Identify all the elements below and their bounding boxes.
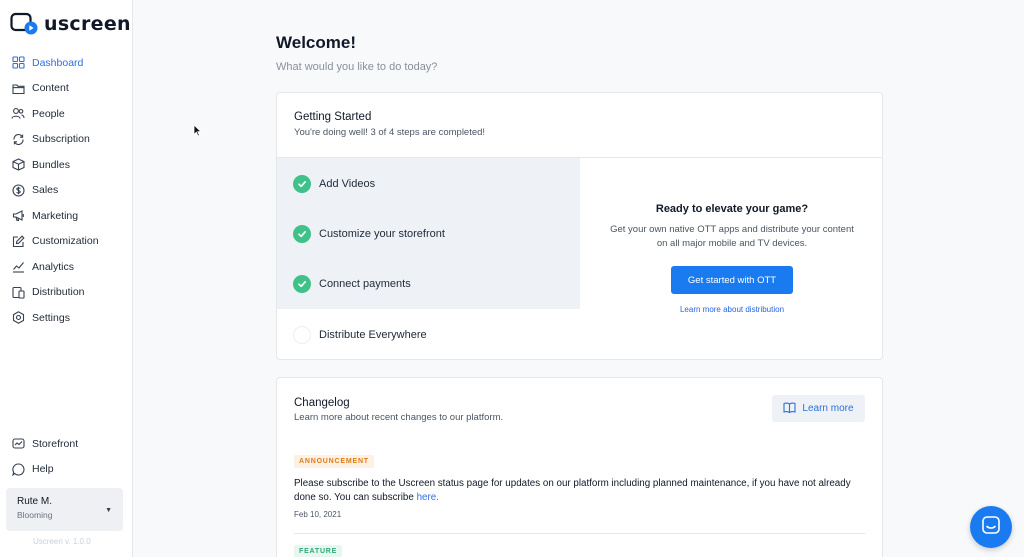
mouse-cursor-icon — [193, 124, 202, 142]
changelog-entry-text: Please subscribe to the Uscreen status p… — [294, 477, 864, 505]
changelog-entry-date: Feb 10, 2021 — [294, 510, 342, 519]
sidebar-item-settings[interactable]: Settings — [0, 305, 133, 331]
sidebar-item-label: Customization — [32, 235, 99, 248]
sidebar-item-label: Help — [32, 463, 54, 476]
sidebar-item-label: People — [32, 107, 65, 120]
announcement-badge: ANNOUNCEMENT — [294, 455, 374, 468]
getting-started-title: Getting Started — [294, 111, 372, 123]
sidebar-item-marketing[interactable]: Marketing — [0, 203, 133, 229]
step-label: Distribute Everywhere — [319, 329, 427, 341]
dollar-icon — [11, 183, 25, 197]
sidebar-item-bundles[interactable]: Bundles — [0, 152, 133, 178]
devices-icon — [11, 285, 25, 299]
sidebar-item-help[interactable]: Help — [0, 457, 133, 483]
sidebar-item-content[interactable]: Content — [0, 76, 133, 102]
sidebar-item-people[interactable]: People — [0, 101, 133, 127]
sidebar-item-customization[interactable]: Customization — [0, 229, 133, 255]
sidebar-item-label: Distribution — [32, 286, 85, 299]
refresh-icon — [11, 132, 25, 146]
app-version: Uscreen v. 1.0.0 — [33, 537, 91, 546]
empty-circle-icon — [293, 326, 311, 344]
step-customize-storefront[interactable]: Customize your storefront — [293, 225, 445, 243]
check-circle-icon — [293, 225, 311, 243]
sidebar-item-dashboard[interactable]: Dashboard — [0, 50, 133, 76]
box-icon — [11, 158, 25, 172]
page-title: Welcome! — [276, 33, 356, 52]
caret-down-icon: ▼ — [105, 507, 112, 514]
sidebar-nav: Dashboard Content People Subscription Bu… — [0, 50, 133, 331]
getting-started-progress: You're doing well! 3 of 4 steps are comp… — [294, 127, 486, 138]
sidebar-item-storefront[interactable]: Storefront — [0, 431, 133, 457]
user-name: Rute M. — [17, 496, 53, 507]
step-label: Add Videos — [319, 178, 376, 190]
sidebar-item-label: Dashboard — [32, 56, 84, 69]
help-bubble-icon — [11, 462, 25, 476]
sidebar-item-label: Storefront — [32, 437, 79, 450]
edit-icon — [11, 234, 25, 248]
sidebar-item-distribution[interactable]: Distribution — [0, 280, 133, 306]
chart-icon — [11, 260, 25, 274]
check-circle-icon — [293, 275, 311, 293]
chat-icon — [981, 515, 1001, 540]
sidebar-item-label: Marketing — [32, 209, 79, 222]
step-label: Customize your storefront — [319, 228, 445, 240]
page-subtitle: What would you like to do today? — [276, 61, 438, 73]
chat-launcher-button[interactable] — [970, 506, 1012, 548]
folder-icon — [11, 81, 25, 95]
learn-more-button[interactable]: Learn more — [772, 395, 865, 422]
sidebar-item-label: Content — [32, 82, 69, 95]
changelog-subtitle: Learn more about recent changes to our p… — [294, 412, 504, 423]
ott-promo: Ready to elevate your game? Get your own… — [580, 158, 882, 314]
gear-icon — [11, 311, 25, 325]
sidebar-item-analytics[interactable]: Analytics — [0, 254, 133, 280]
account-switcher[interactable]: Rute M. Blooming ▼ — [6, 488, 123, 531]
sidebar-item-label: Analytics — [32, 260, 75, 273]
sidebar-item-label: Bundles — [32, 158, 70, 171]
changelog-title: Changelog — [294, 397, 350, 409]
getting-started-card: Getting Started You're doing well! 3 of … — [276, 92, 883, 360]
sidebar: uscreen Dashboard Content People Subscri… — [0, 0, 133, 557]
changelog-card: Changelog Learn more about recent change… — [276, 377, 883, 557]
megaphone-icon — [11, 209, 25, 223]
check-circle-icon — [293, 175, 311, 193]
ott-title: Ready to elevate your game? — [655, 203, 809, 215]
sidebar-item-sales[interactable]: Sales — [0, 178, 133, 204]
brand-logo[interactable]: uscreen — [10, 12, 131, 36]
sidebar-item-label: Subscription — [32, 133, 90, 146]
get-started-ott-button[interactable]: Get started with OTT — [671, 266, 793, 294]
learn-distribution-link[interactable]: Learn more about distribution — [580, 305, 882, 314]
sidebar-item-label: Sales — [32, 184, 59, 197]
brand-name: uscreen — [44, 13, 131, 35]
subscribe-here-link[interactable]: here. — [417, 492, 439, 503]
step-label: Connect payments — [319, 278, 411, 290]
book-icon — [783, 402, 796, 416]
step-add-videos[interactable]: Add Videos — [293, 175, 375, 193]
step-connect-payments[interactable]: Connect payments — [293, 275, 411, 293]
uscreen-logo-icon — [10, 12, 38, 36]
sidebar-item-subscription[interactable]: Subscription — [0, 127, 133, 153]
grid-icon — [11, 56, 25, 70]
users-icon — [11, 107, 25, 121]
learn-more-label: Learn more — [802, 403, 854, 414]
ott-description: Get your own native OTT apps and distrib… — [610, 224, 854, 249]
sidebar-bottom-nav: Storefront Help — [0, 431, 133, 482]
sidebar-item-label: Settings — [32, 311, 70, 324]
feature-badge: FEATURE — [294, 545, 343, 557]
entry-divider — [294, 533, 865, 534]
changelog-entry-body: Please subscribe to the Uscreen status p… — [294, 478, 851, 503]
step-distribute-everywhere[interactable]: Distribute Everywhere — [293, 326, 427, 344]
storefront-icon — [11, 437, 25, 451]
